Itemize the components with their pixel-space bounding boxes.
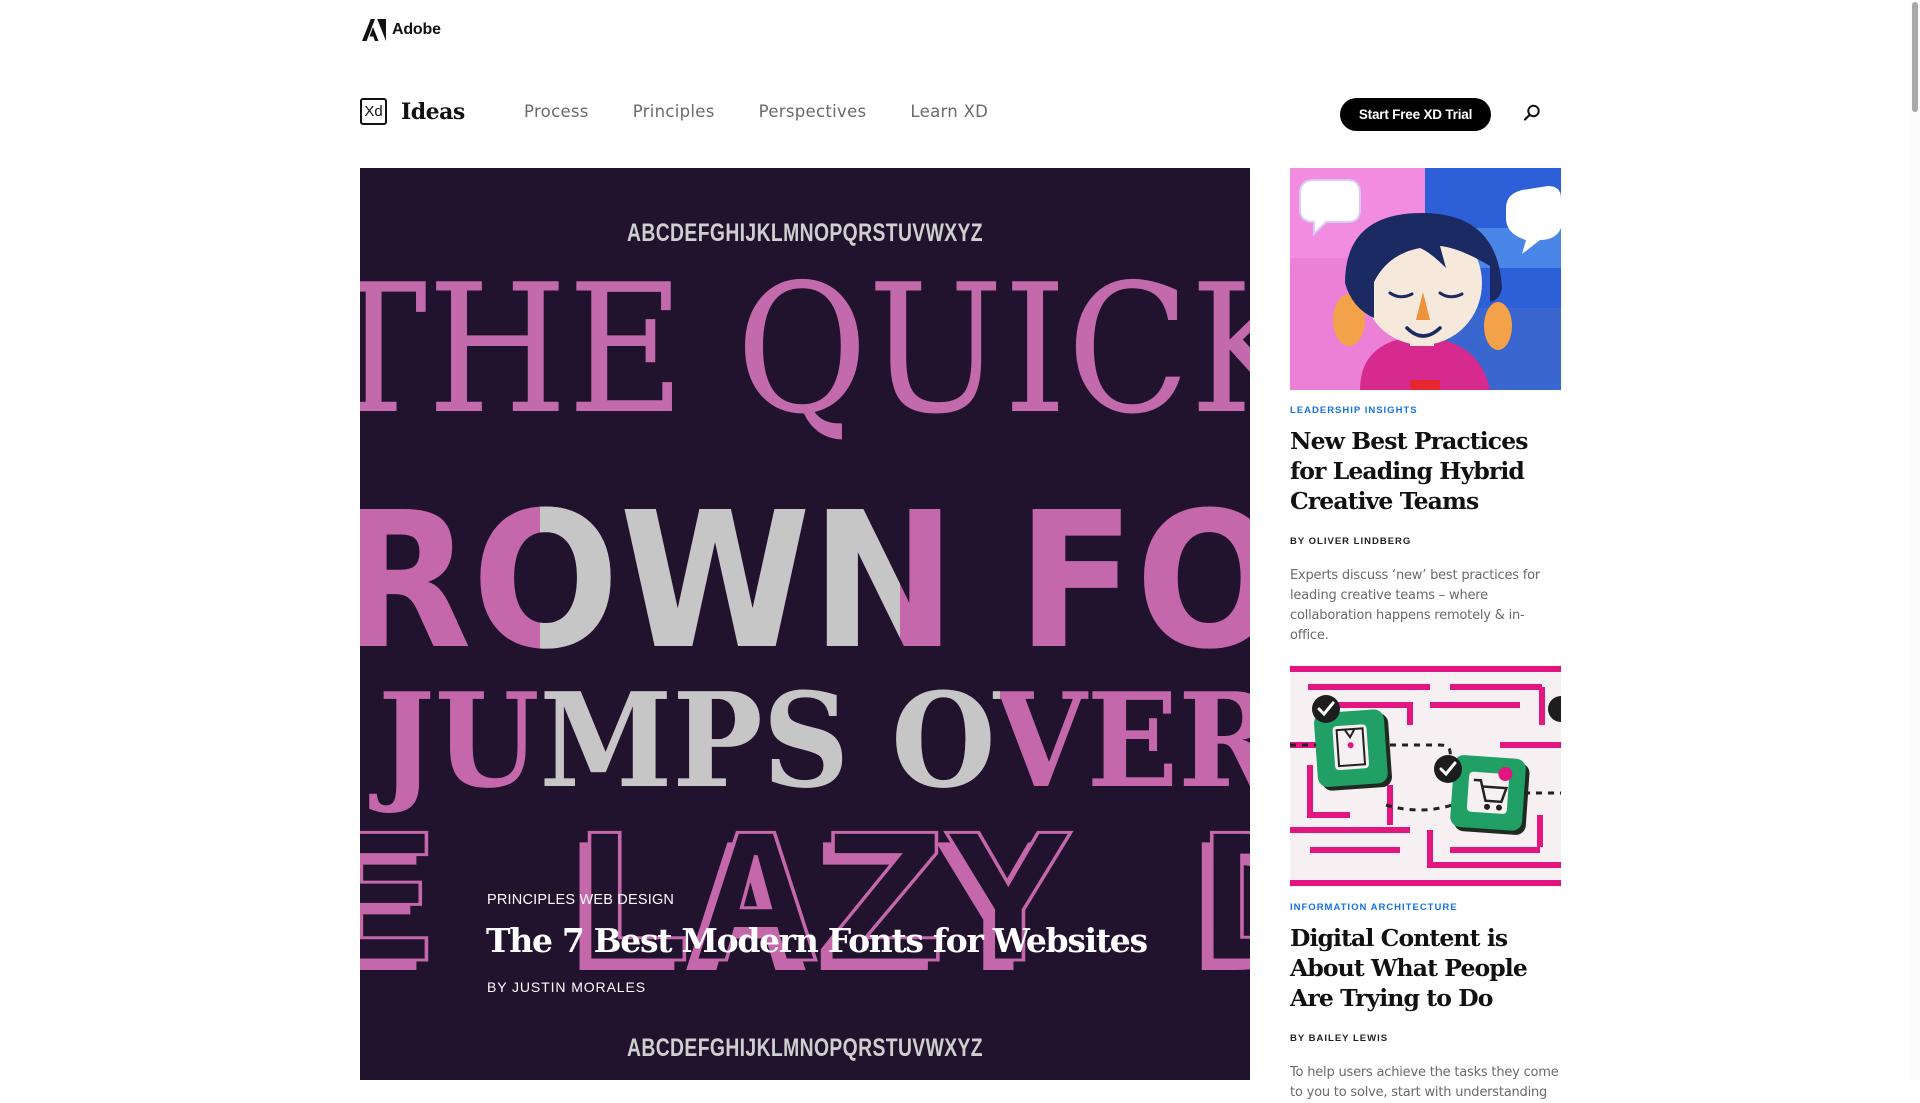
hero-author[interactable]: BY JUSTIN MORALES [487, 979, 646, 995]
article-card-digital-content: INFORMATION ARCHITECTURE Digital Content… [1290, 665, 1561, 1103]
adobe-logo[interactable]: Adobe [362, 19, 441, 41]
adobe-icon [362, 19, 386, 41]
nav-item-learn-xd[interactable]: Learn XD [910, 102, 988, 121]
card-category[interactable]: INFORMATION ARCHITECTURE [1290, 902, 1561, 913]
nav-item-perspectives[interactable]: Perspectives [759, 102, 867, 121]
card-excerpt: To help users achieve the tasks they com… [1290, 1065, 1559, 1100]
card-author[interactable]: BY BAILEY LEWIS [1290, 1033, 1561, 1044]
nav-item-process[interactable]: Process [524, 102, 589, 121]
article-card-hybrid-teams: LEADERSHIP INSIGHTS New Best Practices f… [1290, 168, 1561, 646]
nav-item-principles[interactable]: Principles [633, 102, 715, 121]
hero-alphabet-top: ABCDEFGHIJKLMNOPQRSTUVWXYZ [627, 219, 983, 247]
xd-badge-icon: Xd [360, 98, 387, 125]
adobe-label: Adobe [392, 21, 441, 38]
hero-article[interactable]: ABCDEFGHIJKLMNOPQRSTUVWXYZ THE QUICK ROW… [360, 168, 1250, 1080]
hero-category[interactable]: PRINCIPLES WEB DESIGN [487, 892, 674, 908]
page-scrollbar-thumb[interactable] [1912, 2, 1918, 112]
page-scrollbar-track[interactable] [1910, 0, 1920, 1080]
card-author[interactable]: BY OLIVER LINDBERG [1290, 536, 1561, 547]
brand-name: Ideas [401, 98, 465, 125]
listening-person-illustration [1290, 168, 1561, 390]
card-title[interactable]: New Best Practices for Leading Hybrid Cr… [1290, 426, 1561, 516]
hero-alphabet-bottom: ABCDEFGHIJKLMNOPQRSTUVWXYZ [627, 1034, 983, 1062]
main-nav: Process Principles Perspectives Learn XD [524, 102, 988, 121]
hero-line-1: THE QUICK [360, 246, 1250, 453]
card-thumbnail[interactable] [1290, 665, 1561, 887]
card-thumbnail[interactable] [1290, 168, 1561, 390]
card-excerpt: Experts discuss ‘new’ best practices for… [1290, 568, 1541, 643]
card-title[interactable]: Digital Content is About What People Are… [1290, 923, 1561, 1013]
search-icon[interactable] [1522, 103, 1542, 123]
maze-illustration [1290, 665, 1561, 887]
xd-ideas-logo[interactable]: Xd Ideas [360, 98, 465, 125]
card-category[interactable]: LEADERSHIP INSIGHTS [1290, 405, 1561, 416]
start-free-trial-button[interactable]: Start Free XD Trial [1340, 98, 1491, 131]
hero-title[interactable]: The 7 Best Modern Fonts for Websites [486, 921, 1148, 960]
